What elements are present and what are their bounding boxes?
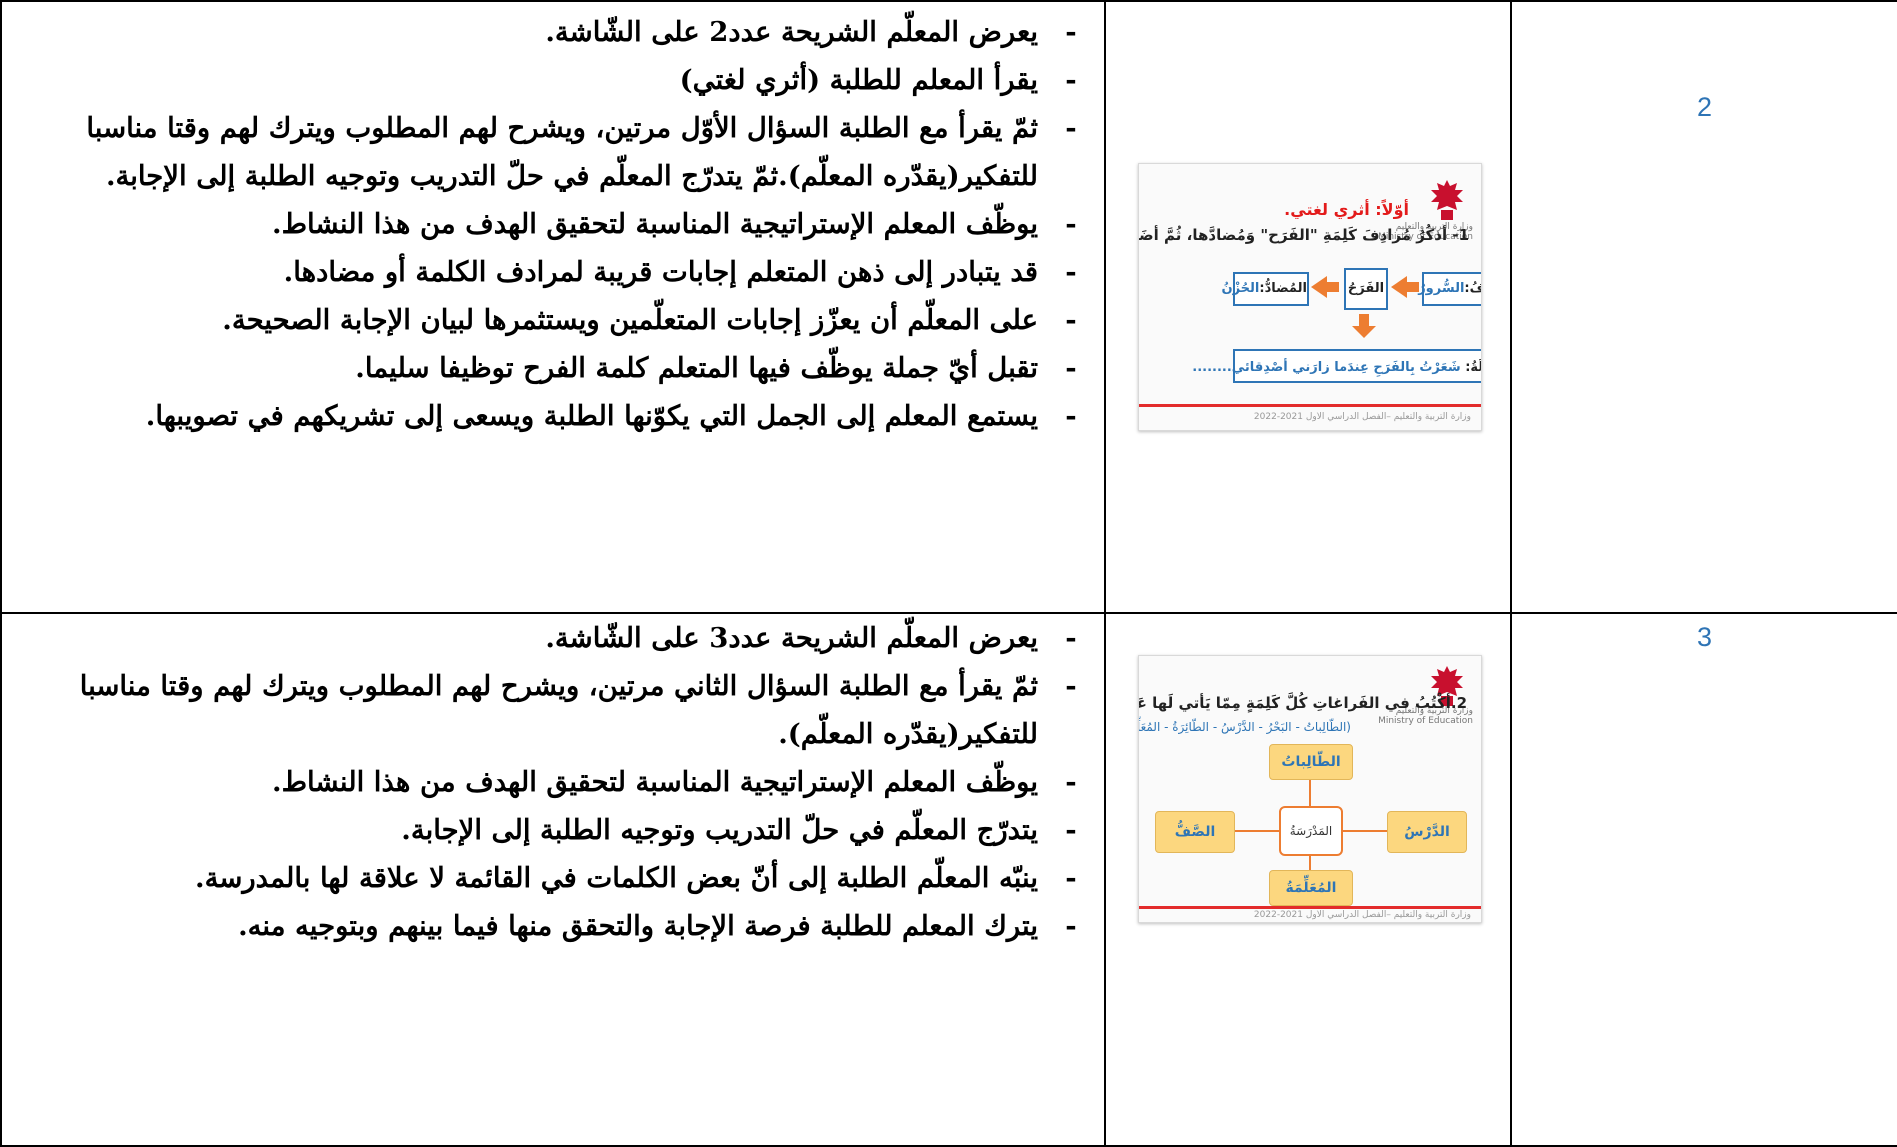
dash-bullet: -	[1065, 16, 1077, 48]
step-text: ثمّ يقرأ مع الطلبة السؤال الأوّل مرتين، …	[86, 112, 1038, 192]
step-text: قد يتبادر إلى ذهن المتعلم إجابات قريبة ل…	[283, 256, 1038, 288]
step-text: يعرض المعلّم الشريحة عدد3 على الشّاشة.	[545, 622, 1038, 654]
list-item: - يوظّف المعلم الإستراتيجية المناسبة لتحق…	[8, 758, 1086, 806]
step-text: ثمّ يقرأ مع الطلبة السؤال الثاني مرتين، …	[79, 670, 1038, 750]
dash-bullet: -	[1065, 112, 1077, 144]
footer-rule	[1139, 906, 1481, 909]
top-word-box: الطّالِباتُ	[1269, 744, 1353, 780]
dash-bullet: -	[1065, 208, 1077, 240]
dash-bullet: -	[1065, 64, 1077, 96]
arrow-down-icon	[1352, 314, 1376, 338]
dash-bullet: -	[1065, 670, 1077, 702]
arrow-left-icon	[1391, 276, 1419, 298]
dash-bullet: -	[1065, 766, 1077, 798]
ministry-crest-icon	[1431, 180, 1463, 220]
step-text: تقبل أيّ جملة يوظّف فيها المتعلم كلمة ال…	[355, 352, 1038, 384]
row-number: 3	[1696, 622, 1713, 652]
antonym-label: المُضادُّ:	[1259, 281, 1307, 296]
synonym-label: المُرادِفُ:	[1464, 281, 1481, 296]
synonym-value: السُّرورُ	[1418, 281, 1465, 296]
left-word-box: الصَّفُّ	[1155, 811, 1235, 853]
step-text: ينبّه المعلّم الطلبة إلى أنّ بعض الكلمات…	[195, 862, 1038, 894]
step-text: يتدرّج المعلّم في حلّ التدريب وتوجيه الط…	[401, 814, 1038, 846]
antonym-value: الحُزْنُ	[1221, 281, 1260, 296]
list-item: - يوظّف المعلم الإستراتيجية المناسبة لتحق…	[8, 200, 1086, 248]
slide-footer: وزارة التربية والتعليم –الفصل الدراسي ال…	[1253, 412, 1471, 422]
lesson-table: - يعرض المعلّم الشريحة عدد2 على الشّاشة. …	[0, 0, 1897, 1147]
table-row: - يعرض المعلّم الشريحة عدد2 على الشّاشة. …	[0, 0, 1897, 614]
row-number-cell: 2	[1510, 0, 1897, 614]
row-number-cell: 3	[1510, 612, 1897, 1147]
list-item: - ثمّ يقرأ مع الطلبة السؤال الثاني مرتين…	[8, 662, 1086, 758]
list-item: - على المعلّم أن يعزّز إجابات المتعلّمين …	[8, 296, 1086, 344]
step-text: يترك المعلم للطلبة فرصة الإجابة والتحقق …	[238, 910, 1038, 942]
ministry-name-en: Ministry of Education	[1378, 716, 1473, 726]
connector-line	[1341, 830, 1387, 832]
dash-bullet: -	[1065, 910, 1077, 942]
footer-rule	[1139, 404, 1481, 407]
list-item: - يستمع المعلم إلى الجمل التي يكوّنها الط…	[8, 392, 1086, 440]
list-item: - يقرأ المعلم للطلبة (أثري لغتي)	[8, 56, 1086, 104]
dash-bullet: -	[1065, 862, 1077, 894]
step-text: يوظّف المعلم الإستراتيجية المناسبة لتحقي…	[272, 766, 1038, 798]
antonym-box: المُضادُّ:الحُزْنُ	[1221, 272, 1309, 306]
list-item: - يعرض المعلّم الشريحة عدد2 على الشّاشة.	[8, 8, 1086, 56]
word-box: الفَرَحُ	[1344, 268, 1388, 310]
slide-cell: وزارة التربية والتعليم Ministry of Educa…	[1104, 0, 1512, 614]
step-text: يعرض المعلّم الشريحة عدد2 على الشّاشة.	[545, 16, 1038, 48]
dash-bullet: -	[1065, 352, 1077, 384]
synonym-box: المُرادِفُ:السُّرورُ	[1418, 272, 1481, 306]
table-row: - يعرض المعلّم الشريحة عدد3 على الشّاشة. …	[0, 612, 1897, 1147]
right-word-box: الدَّرْسُ	[1387, 811, 1467, 853]
slide-heading: أوّلاً: أثري لغتي.	[1284, 200, 1409, 219]
list-item: - يتدرّج المعلّم في حلّ التدريب وتوجيه ا…	[8, 806, 1086, 854]
step-text: يستمع المعلم إلى الجمل التي يكوّنها الطل…	[145, 400, 1038, 432]
connector-line	[1233, 830, 1279, 832]
center-word-box: المَدْرَسَةُ	[1279, 806, 1343, 856]
slide-thumbnail-3: وزارة التربية والتعليم Ministry of Educa…	[1138, 655, 1482, 923]
steps-list: - يعرض المعلّم الشريحة عدد3 على الشّاشة. …	[2, 614, 1104, 950]
step-text: يوظّف المعلم الإستراتيجية المناسبة لتحقي…	[272, 208, 1038, 240]
steps-list: - يعرض المعلّم الشريحة عدد2 على الشّاشة. …	[2, 2, 1104, 440]
slide-question: 1- أذكُرُ مُرادِفَ كَلِمَةِ "الفَرَح" وَ…	[1139, 226, 1469, 244]
dash-bullet: -	[1065, 400, 1077, 432]
sentence-box: الجُملَةُ: شَعَرْتُ بِالفَرَحِ عِندَما ز…	[1192, 349, 1481, 383]
steps-cell: - يعرض المعلّم الشريحة عدد3 على الشّاشة. …	[0, 612, 1106, 1147]
slide-footer: وزارة التربية والتعليم –الفصل الدراسي ال…	[1253, 910, 1471, 920]
dash-bullet: -	[1065, 304, 1077, 336]
sentence-value: شَعَرْتُ بِالفَرَحِ عِندَما زارَني أصْدِ…	[1192, 360, 1461, 375]
steps-cell: - يعرض المعلّم الشريحة عدد2 على الشّاشة. …	[0, 0, 1106, 614]
slide-word-list: (الطّالِباتُ - البَحْرُ - الدَّرْسُ - ال…	[1139, 720, 1351, 734]
step-text: يقرأ المعلم للطلبة (أثري لغتي)	[679, 64, 1038, 96]
sentence-label: الجُملَةُ:	[1465, 360, 1481, 375]
slide-thumbnail-2: وزارة التربية والتعليم Ministry of Educa…	[1138, 163, 1482, 431]
row-number: 2	[1696, 92, 1713, 122]
bottom-word-box: المُعَلِّمَةُ	[1269, 870, 1353, 906]
step-text: على المعلّم أن يعزّز إجابات المتعلّمين و…	[222, 304, 1038, 336]
arrow-left-icon	[1311, 276, 1339, 298]
list-item: - يترك المعلم للطلبة فرصة الإجابة والتحقق…	[8, 902, 1086, 950]
list-item: - ينبّه المعلّم الطلبة إلى أنّ بعض الكلما…	[8, 854, 1086, 902]
list-item: - يعرض المعلّم الشريحة عدد3 على الشّاشة.	[8, 614, 1086, 662]
dash-bullet: -	[1065, 814, 1077, 846]
slide-cell: وزارة التربية والتعليم Ministry of Educa…	[1104, 612, 1512, 1147]
word-value: الفَرَحُ	[1347, 281, 1385, 296]
list-item: - تقبل أيّ جملة يوظّف فيها المتعلم كلمة ا…	[8, 344, 1086, 392]
list-item: - قد يتبادر إلى ذهن المتعلم إجابات قريبة …	[8, 248, 1086, 296]
list-item: - ثمّ يقرأ مع الطلبة السؤال الأوّل مرتين،…	[8, 104, 1086, 200]
connector-line	[1309, 778, 1311, 808]
dash-bullet: -	[1065, 256, 1077, 288]
slide-question: 2.أكْتُبُ في الفَراغاتِ كُلَّ كَلِمَةٍ م…	[1139, 694, 1467, 712]
dash-bullet: -	[1065, 622, 1077, 654]
